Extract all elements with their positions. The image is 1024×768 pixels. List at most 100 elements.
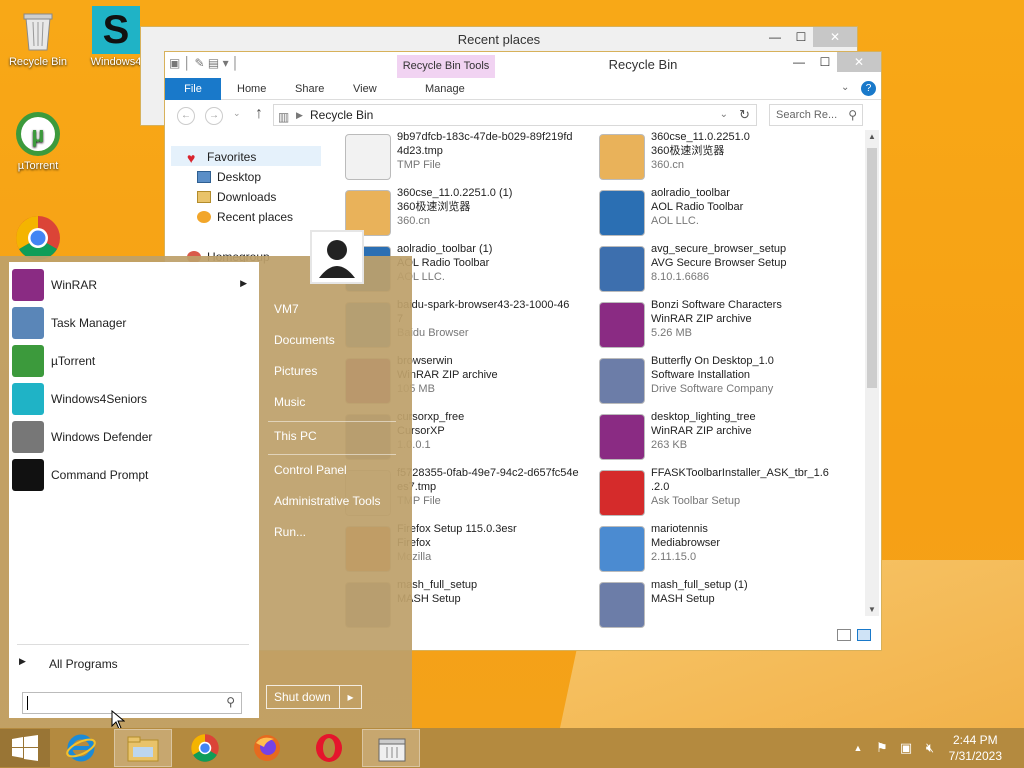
file-item[interactable]: mariotennis Mediabrowser 2.11.15.0	[599, 522, 849, 578]
ribbon-expand-icon[interactable]: ⌄	[841, 82, 849, 93]
file-detail: Drive Software Company	[651, 383, 774, 395]
shutdown-options-icon[interactable]: ▸	[339, 686, 361, 708]
taskbar-opera[interactable]	[300, 729, 358, 767]
start-menu-item[interactable]: Windows Defender	[9, 418, 259, 454]
recycle-bin-titlebar[interactable]: ▣ │ ✎ ▤ ▾ │ Recycle Bin Tools Recycle Bi…	[165, 52, 881, 78]
user-avatar[interactable]	[310, 230, 364, 284]
maximize-button[interactable]: ☐	[811, 52, 839, 72]
up-arrow-icon[interactable]: ↑	[255, 105, 263, 123]
file-item[interactable]: 9b97dfcb-183c-47de-b029-89f219fd 4d23.tmp…	[345, 130, 595, 186]
search-input[interactable]: Search Re... ⚲	[769, 104, 863, 126]
file-text: FFASKToolbarInstaller_ASK_tbr_1.6 .2.0 Ask…	[651, 466, 847, 508]
minimize-button[interactable]: —	[761, 27, 789, 47]
file-name-cont: Software Installation	[651, 369, 751, 381]
file-item[interactable]: Bonzi Software Characters WinRAR ZIP arch…	[599, 298, 849, 354]
taskbar-file-explorer[interactable]	[114, 729, 172, 767]
start-menu-item[interactable]: Windows4Seniors	[9, 380, 259, 416]
file-name-cont: WinRAR ZIP archive	[651, 313, 752, 325]
start-menu-item[interactable]: WinRAR ▶	[9, 266, 259, 302]
start-menu-item[interactable]: Command Prompt	[9, 456, 259, 492]
start-menu-link[interactable]: Documents	[274, 333, 335, 347]
help-icon[interactable]: ?	[861, 81, 876, 96]
back-arrow-icon[interactable]: ←	[177, 107, 195, 125]
file-name: avg_secure_browser_setup	[651, 243, 787, 255]
desktop-icon-recycle-bin[interactable]: Recycle Bin	[2, 6, 74, 68]
search-icon[interactable]: ⚲	[848, 105, 857, 125]
address-bar-row: ← → ⌄ ↑ ▥ ▶ Recycle Bin ⌄ ↻ Search Re...…	[165, 100, 881, 130]
file-detail: 105 MB	[397, 383, 435, 395]
start-menu-link[interactable]: Administrative Tools	[274, 494, 381, 508]
recent-places-icon	[197, 211, 211, 223]
firefox-icon	[254, 735, 280, 761]
file-name-cont: CursorXP	[397, 425, 445, 437]
file-detail: AOL LLC.	[397, 271, 445, 283]
quick-access-toolbar[interactable]: ▣ │ ✎ ▤ ▾ │	[169, 56, 239, 70]
nav-item-desktop[interactable]: Desktop	[197, 168, 261, 186]
nav-item-favorites[interactable]: ♥ Favorites	[187, 148, 256, 166]
start-menu-link[interactable]: Control Panel	[274, 463, 347, 477]
start-menu-item[interactable]: Task Manager	[9, 304, 259, 340]
file-name-cont: MASH Setup	[651, 593, 715, 605]
details-view-icon[interactable]	[837, 629, 851, 641]
address-dropdown-icon[interactable]: ⌄	[720, 105, 728, 125]
file-item[interactable]: avg_secure_browser_setup AVG Secure Brows…	[599, 242, 849, 298]
tab-manage[interactable]: Manage	[411, 78, 479, 100]
breadcrumb[interactable]: Recycle Bin	[310, 108, 373, 122]
nav-item-downloads[interactable]: Downloads	[197, 188, 276, 206]
submenu-arrow-icon[interactable]: ▶	[240, 278, 247, 289]
taskbar-firefox[interactable]	[238, 729, 296, 767]
file-name-cont: Firefox	[397, 537, 431, 549]
network-icon[interactable]: ▣	[898, 740, 914, 756]
nav-item-recent-places[interactable]: Recent places	[197, 208, 293, 226]
action-center-flag-icon[interactable]: ⚑	[874, 740, 890, 756]
minimize-button[interactable]: —	[785, 52, 813, 72]
file-item[interactable]: 360cse_11.0.2251.0 360极速浏览器 360.cn	[599, 130, 849, 186]
desktop-icon-utorrent[interactable]: µ µTorrent	[2, 110, 74, 172]
scrollbar-thumb[interactable]	[867, 148, 877, 388]
close-button[interactable]: ✕	[813, 27, 857, 47]
file-detail: 2.11.15.0	[651, 551, 697, 563]
start-menu-link[interactable]: Run...	[274, 525, 306, 539]
file-item[interactable]: Butterfly On Desktop_1.0 Software Install…	[599, 354, 849, 410]
show-hidden-icons-icon[interactable]: ▲	[850, 740, 866, 756]
start-menu-link[interactable]: This PC	[274, 429, 317, 443]
program-icon	[12, 459, 44, 491]
system-clock[interactable]: 2:44 PM 7/31/2023	[949, 732, 1002, 764]
search-icon[interactable]: ⚲	[226, 695, 235, 709]
file-item[interactable]: aolradio_toolbar AOL Radio Toolbar AOL LLC…	[599, 186, 849, 242]
file-text: mariotennis Mediabrowser 2.11.15.0	[651, 522, 847, 564]
scroll-up-icon[interactable]: ▲	[868, 132, 876, 141]
file-name-cont: WinRAR ZIP archive	[651, 425, 752, 437]
file-item[interactable]: mash_full_setup (1) MASH Setup	[599, 578, 849, 634]
maximize-button[interactable]: ☐	[787, 27, 815, 47]
file-name-cont: AOL Radio Toolbar	[651, 201, 744, 213]
shutdown-button[interactable]: Shut down ▸	[266, 685, 362, 709]
file-item[interactable]: FFASKToolbarInstaller_ASK_tbr_1.6 .2.0 Ask…	[599, 466, 849, 522]
volume-muted-icon[interactable]: 🔇︎	[922, 740, 938, 756]
start-menu-item[interactable]: µTorrent	[9, 342, 259, 378]
vertical-scrollbar[interactable]: ▲ ▼	[865, 130, 879, 616]
forward-arrow-icon[interactable]: →	[205, 107, 223, 125]
tab-share[interactable]: Share	[281, 78, 338, 100]
all-programs-button[interactable]: ▶ All Programs	[17, 652, 249, 674]
file-name: mariotennis	[651, 523, 708, 535]
start-search-input[interactable]: ⚲	[22, 692, 242, 714]
start-menu-link[interactable]: VM7	[274, 302, 299, 316]
start-menu-link[interactable]: Music	[274, 395, 305, 409]
recent-locations-icon[interactable]: ⌄	[233, 108, 241, 119]
recent-places-titlebar[interactable]: Recent places — ☐ ✕	[141, 27, 857, 53]
taskbar-internet-explorer[interactable]	[52, 729, 110, 767]
close-button[interactable]: ✕	[837, 52, 881, 72]
file-item[interactable]: 360cse_11.0.2251.0 (1) 360极速浏览器 360.cn	[345, 186, 595, 242]
taskbar-chrome[interactable]	[176, 729, 234, 767]
tab-view[interactable]: View	[339, 78, 391, 100]
scroll-down-icon[interactable]: ▼	[868, 605, 876, 614]
refresh-icon[interactable]: ↻	[739, 105, 750, 125]
tab-home[interactable]: Home	[223, 78, 280, 100]
start-menu-link[interactable]: Pictures	[274, 364, 317, 378]
file-item[interactable]: desktop_lighting_tree WinRAR ZIP archive 2…	[599, 410, 849, 466]
large-icons-view-icon[interactable]	[857, 629, 871, 641]
taskbar-recycle-bin-explorer[interactable]	[362, 729, 420, 767]
start-button[interactable]	[0, 729, 50, 767]
address-field[interactable]: ▥ ▶ Recycle Bin ⌄ ↻	[273, 104, 757, 126]
